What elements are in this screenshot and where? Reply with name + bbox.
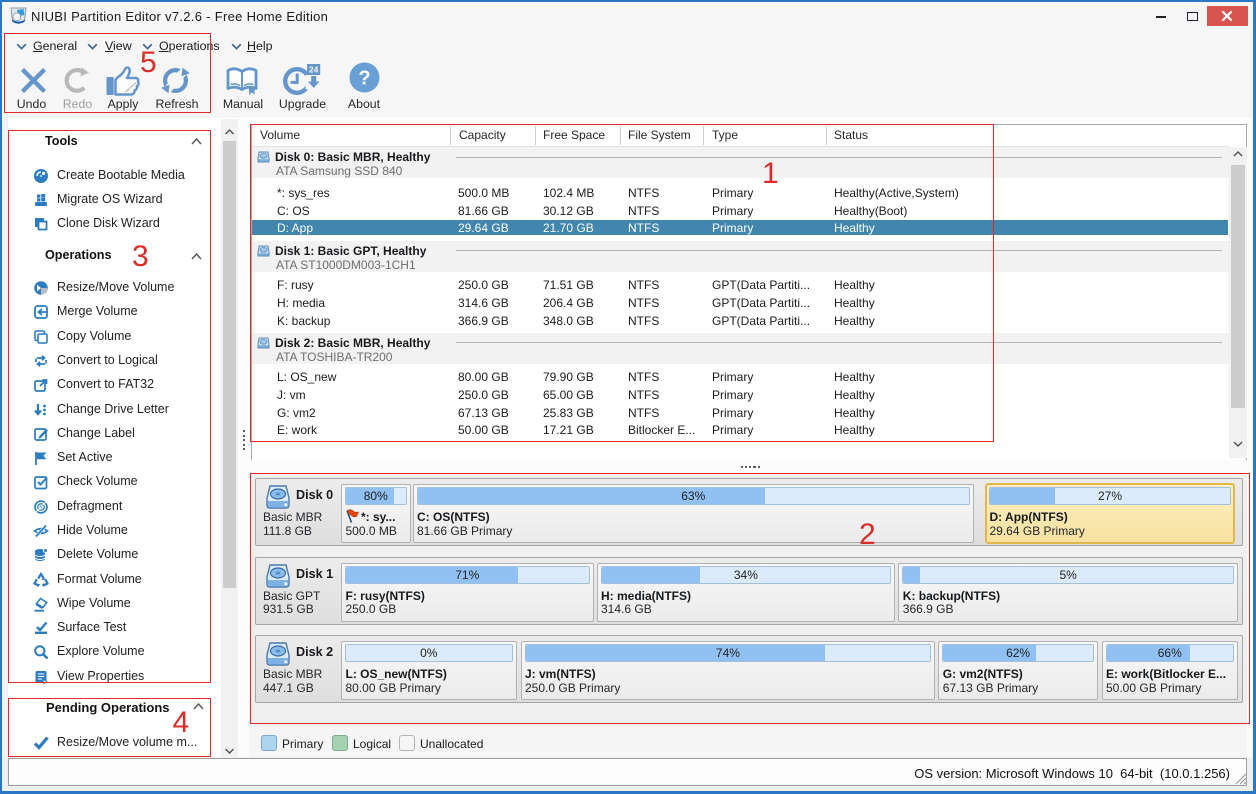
svg-text:?: ? (358, 68, 370, 90)
svg-text:24: 24 (309, 65, 319, 75)
